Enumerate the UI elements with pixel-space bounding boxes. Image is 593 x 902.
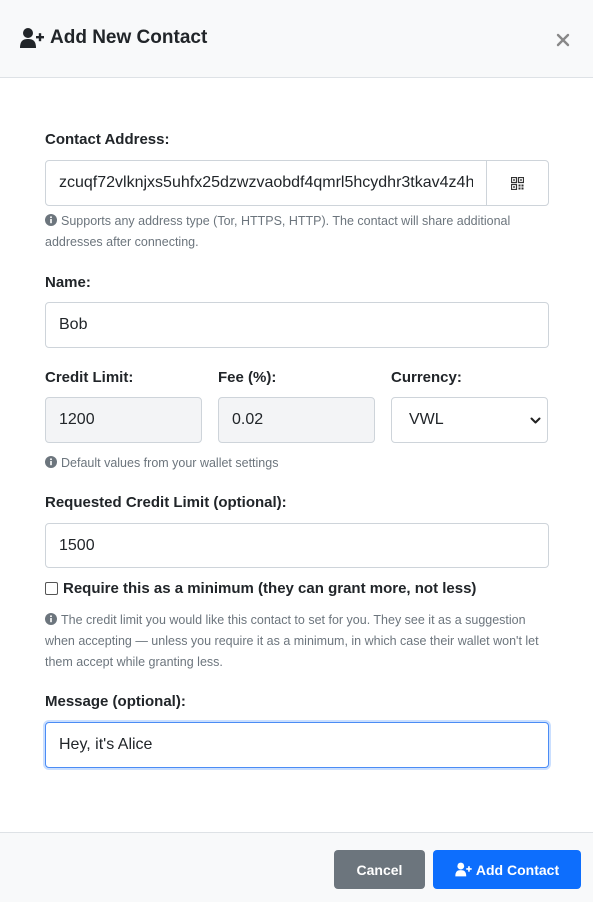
credit-limit-input[interactable]: [45, 397, 202, 443]
name-input[interactable]: [45, 302, 549, 348]
info-icon: [45, 613, 57, 625]
currency-select[interactable]: VWL: [391, 397, 548, 443]
close-icon[interactable]: [555, 32, 571, 48]
fee-label: Fee (%):: [218, 369, 277, 386]
modal-header: Add New Contact: [0, 0, 593, 78]
contact-address-help: Supports any address type (Tor, HTTPS, H…: [45, 211, 545, 253]
credit-limit-label: Credit Limit:: [45, 369, 134, 386]
requested-credit-input[interactable]: [45, 523, 549, 568]
modal-title-text: Add New Contact: [50, 27, 208, 48]
qr-code-icon: [511, 176, 524, 190]
user-plus-icon: [455, 862, 472, 877]
add-contact-modal: Add New Contact Contact Address: zcuqf72…: [0, 0, 593, 902]
defaults-help-text: Default values from your wallet settings: [61, 456, 279, 470]
info-icon: [45, 214, 57, 226]
requested-credit-label: Requested Credit Limit (optional):: [45, 494, 287, 511]
message-input[interactable]: [45, 722, 549, 768]
requested-credit-help-text: The credit limit you would like this con…: [45, 613, 539, 669]
require-minimum-checkbox[interactable]: [45, 582, 58, 595]
contact-address-label: Contact Address:: [45, 131, 170, 148]
contact-address-help-text: Supports any address type (Tor, HTTPS, H…: [45, 214, 511, 249]
requested-credit-help: The credit limit you would like this con…: [45, 610, 549, 673]
add-contact-button-label: Add Contact: [475, 861, 560, 878]
info-icon: [45, 456, 57, 468]
chevron-down-icon: [530, 417, 541, 424]
defaults-help: Default values from your wallet settings: [45, 453, 278, 474]
modal-footer: Cancel Add Contact: [0, 832, 593, 902]
name-label: Name:: [45, 274, 91, 291]
currency-selected-value: VWL: [409, 411, 444, 428]
modal-title: Add New Contact: [20, 27, 207, 49]
contact-address-input[interactable]: [45, 160, 487, 206]
currency-label: Currency:: [391, 369, 462, 386]
user-plus-icon: [20, 28, 44, 48]
contact-address-group: [45, 160, 549, 206]
cancel-button-label: Cancel: [356, 861, 403, 878]
cancel-button[interactable]: Cancel: [334, 850, 425, 889]
add-contact-button[interactable]: Add Contact: [433, 850, 581, 889]
require-minimum-label[interactable]: Require this as a minimum (they can gran…: [63, 580, 476, 597]
fee-input[interactable]: [218, 397, 375, 443]
scan-qr-button[interactable]: [486, 160, 549, 206]
require-minimum-row: Require this as a minimum (they can gran…: [45, 580, 476, 597]
message-label: Message (optional):: [45, 693, 186, 710]
